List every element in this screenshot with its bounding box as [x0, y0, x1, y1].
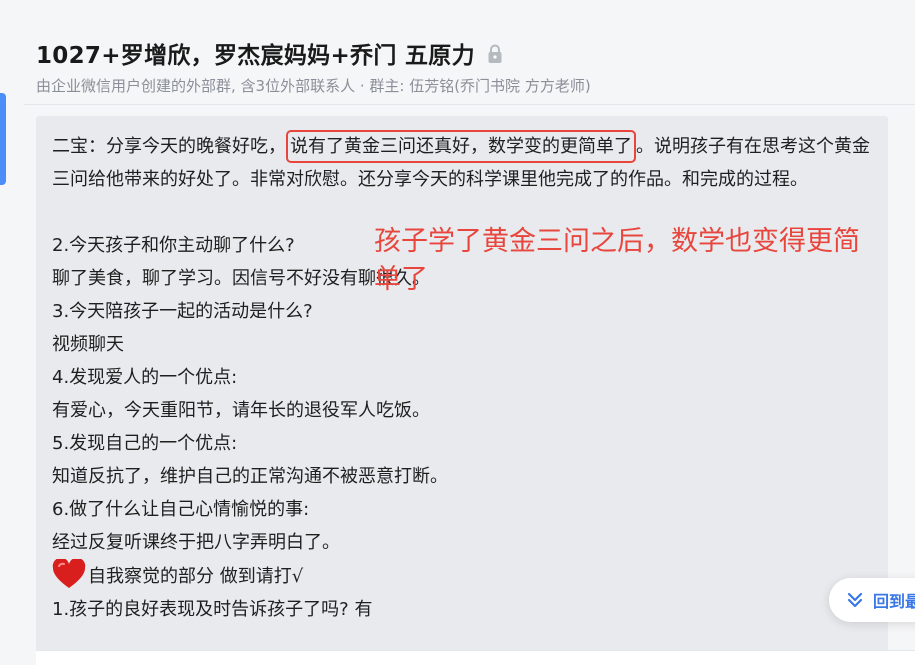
- chat-header: 1027+罗增欣，罗杰宸妈妈+乔门 五原力 由企业微信用户创建的外部群, 含3位…: [36, 36, 895, 96]
- answer-3: 视频聊天: [52, 334, 124, 355]
- red-annotation: 孩子学了黄金三问之后，数学也变得更简单了: [374, 226, 860, 295]
- active-indicator: [0, 93, 6, 185]
- self-check-text: 自我察觉的部分 做到请打√: [88, 566, 304, 587]
- answer-5: 知道反抗了，维护自己的正常沟通不被恶意打断。: [52, 466, 448, 487]
- message-bubble[interactable]: 二宝：分享今天的晚餐好吃， 说有了黄金三问还真好，数学变的更简单了 。说明孩子有在思…: [36, 116, 888, 665]
- back-button-label: 回到最: [873, 592, 915, 611]
- back-to-latest-button[interactable]: 回到最: [829, 578, 915, 622]
- answer-4: 有爱心，今天重阳节，请年长的退役军人吃饭。: [52, 400, 430, 421]
- question-4: 4.发现爱人的一个优点:: [52, 367, 238, 388]
- line1-prefix: 二宝：分享今天的晚餐好吃，: [52, 136, 286, 157]
- question-3: 3.今天陪孩子一起的活动是什么?: [52, 301, 313, 322]
- question-6: 6.做了什么让自己心情愉悦的事:: [52, 499, 310, 520]
- message-text: 二宝：分享今天的晚餐好吃， 说有了黄金三问还真好，数学变的更简单了 。说明孩子有在思…: [52, 130, 872, 626]
- self-check-line: 自我察觉的部分 做到请打√: [52, 557, 872, 593]
- double-chevron-down-icon: [847, 592, 863, 608]
- input-area-edge: [36, 650, 915, 665]
- message-paragraph: 二宝：分享今天的晚餐好吃， 说有了黄金三问还真好，数学变的更简单了 。说明孩子有在思…: [52, 130, 872, 196]
- answer-6: 经过反复听课终于把八字弄明白了。: [52, 532, 340, 553]
- checklist-item-1: 1.孩子的良好表现及时告诉孩子了吗? 有: [52, 599, 373, 620]
- lock-icon: [487, 44, 503, 64]
- question-5: 5.发现自己的一个优点:: [52, 433, 238, 454]
- red-heart-icon: [52, 557, 86, 589]
- title-row: 1027+罗增欣，罗杰宸妈妈+乔门 五原力: [36, 36, 895, 70]
- chat-subtitle: 由企业微信用户创建的外部群, 含3位外部联系人 · 群主: 伍芳铭(乔门书院 方…: [36, 77, 591, 95]
- highlighted-phrase: 说有了黄金三问还真好，数学变的更简单了: [286, 130, 636, 163]
- chat-window: 1027+罗增欣，罗杰宸妈妈+乔门 五原力 由企业微信用户创建的外部群, 含3位…: [0, 0, 915, 665]
- header-divider: [24, 104, 915, 105]
- chat-title: 1027+罗增欣，罗杰宸妈妈+乔门 五原力: [36, 43, 475, 69]
